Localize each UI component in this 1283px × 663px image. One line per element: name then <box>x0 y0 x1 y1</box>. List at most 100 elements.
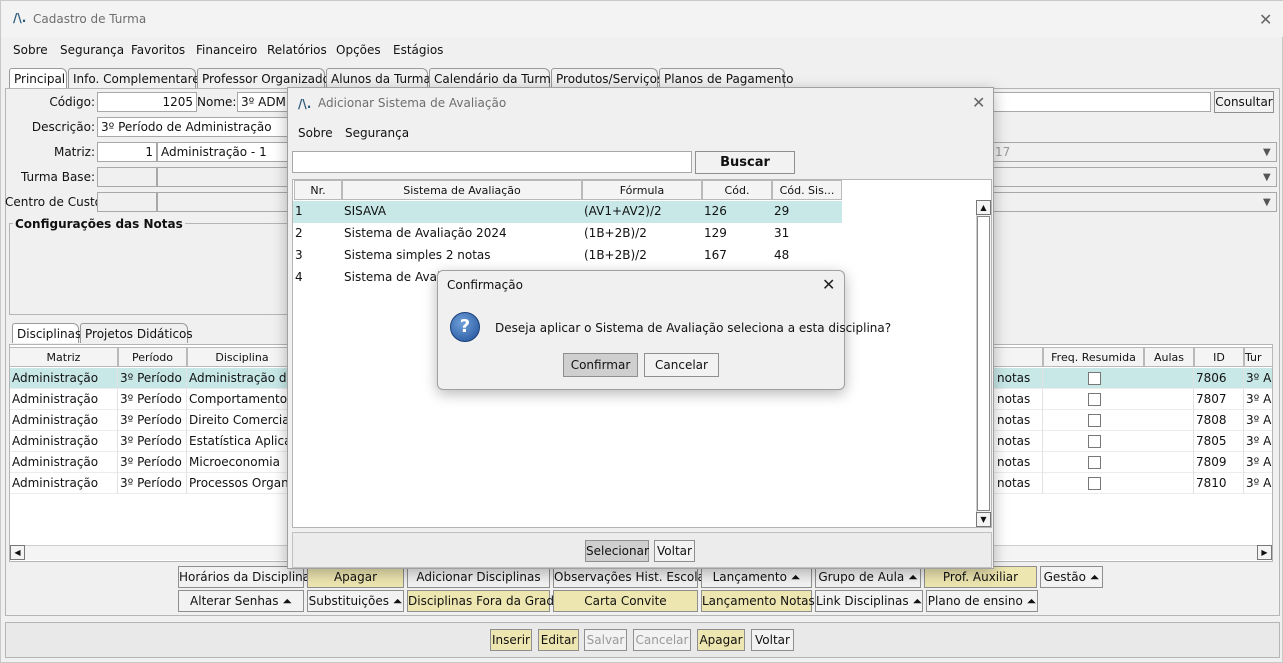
chevron-down-icon[interactable]: ▼ <box>1263 197 1271 208</box>
tab-principal[interactable]: Principal <box>9 68 67 88</box>
freq-resumida-checkbox[interactable] <box>1088 477 1101 490</box>
freq-resumida-checkbox[interactable] <box>1088 372 1101 385</box>
menu-seguranca[interactable]: Segurança <box>60 43 124 57</box>
menu-estagios[interactable]: Estágios <box>393 43 443 57</box>
dialog-menu-seguranca[interactable]: Segurança <box>345 126 409 140</box>
tab-professor-organizador[interactable]: Professor Organizador <box>197 68 335 88</box>
nome-field-extension[interactable] <box>991 92 1211 112</box>
apagar-button[interactable]: Apagar <box>697 629 745 651</box>
tab-disciplinas[interactable]: Disciplinas <box>12 323 81 343</box>
centro-custo-name-field[interactable] <box>157 192 297 212</box>
salvar-button[interactable]: Salvar <box>584 629 627 651</box>
turma-base-name-field[interactable] <box>157 167 297 187</box>
scroll-right-icon[interactable]: ▶ <box>1257 545 1272 560</box>
scroll-left-icon[interactable]: ◀ <box>10 545 25 560</box>
cell-periodo: 3º Período <box>118 473 187 494</box>
avaliacao-header-formula[interactable]: Fórmula <box>582 180 702 200</box>
grid-header-disciplina[interactable]: Disciplina <box>187 347 297 367</box>
codigo-field[interactable]: 1205 <box>97 92 197 112</box>
matriz-number-field[interactable]: 1 <box>97 142 157 162</box>
chevron-down-icon[interactable]: ▼ <box>1263 172 1271 183</box>
tab-projetos-didaticos[interactable]: Projetos Didáticos <box>80 323 193 343</box>
confirmar-button[interactable]: Confirmar <box>563 353 638 377</box>
grid-header-periodo[interactable]: Período <box>118 347 187 367</box>
freq-resumida-checkbox[interactable] <box>1088 393 1101 406</box>
horarios-disciplina-button[interactable]: Horários da Disciplina <box>178 566 310 588</box>
apagar-disciplina-button[interactable]: Apagar <box>307 566 404 588</box>
carta-convite-button[interactable]: Carta Convite <box>553 590 698 612</box>
close-icon[interactable]: ✕ <box>972 93 985 112</box>
scroll-thumb[interactable] <box>977 216 990 511</box>
consultar-button[interactable]: Consultar <box>1214 91 1274 113</box>
menu-relatorios[interactable]: Relatórios <box>267 43 327 57</box>
cell-cod-sis: 48 <box>774 248 790 262</box>
avaliacao-header-sistema[interactable]: Sistema de Avaliação <box>342 180 582 200</box>
grid-header-turma[interactable]: Tur <box>1244 347 1273 367</box>
menu-favoritos[interactable]: Favoritos <box>131 43 185 57</box>
avaliacao-header-nr[interactable]: Nr. <box>294 180 342 200</box>
grid-header-matriz[interactable]: Matriz <box>9 347 118 367</box>
tab-alunos-turma[interactable]: Alunos da Turma <box>326 68 431 88</box>
close-icon[interactable]: ✕ <box>822 275 835 294</box>
lancamento-notas-button[interactable]: Lançamento Notas <box>701 590 815 612</box>
voltar-button[interactable]: Voltar <box>751 629 794 651</box>
chevron-down-icon[interactable]: ▼ <box>1263 147 1271 158</box>
descricao-field[interactable]: 3º Período de Administração <box>97 117 297 137</box>
tab-info-complementares[interactable]: Info. Complementares <box>68 68 206 88</box>
cell-cod-sis: 31 <box>774 226 790 240</box>
grupo-aula-button[interactable]: Grupo de Aula ⏶ <box>815 566 921 588</box>
cell-cod-sis: 29 <box>774 204 790 218</box>
matriz-name-field[interactable]: Administração - 1 <box>157 142 297 162</box>
centro-custo-select[interactable] <box>991 192 1277 212</box>
confirm-dialog: Confirmação ✕ ? Deseja aplicar o Sistema… <box>437 270 891 390</box>
prof-auxiliar-button[interactable]: Prof. Auxiliar <box>924 566 1037 588</box>
editar-button[interactable]: Editar <box>538 629 579 651</box>
centro-custo-code-field[interactable] <box>97 192 157 212</box>
gestao-button[interactable]: Gestão ⏶ <box>1040 566 1103 588</box>
avaliacao-search-input[interactable] <box>292 151 692 173</box>
cell-turma: 3º AD <box>1246 413 1272 427</box>
menu-financeiro[interactable]: Financeiro <box>196 43 257 57</box>
grid-header-aulas[interactable]: Aulas <box>1144 347 1194 367</box>
dialog-menu-sobre[interactable]: Sobre <box>298 126 333 140</box>
avaliacao-header-cod[interactable]: Cód. <box>702 180 772 200</box>
alterar-senhas-button[interactable]: Alterar Senhas ⏶ <box>178 590 304 612</box>
freq-resumida-checkbox[interactable] <box>1088 435 1101 448</box>
selecionar-button[interactable]: Selecionar <box>585 540 649 562</box>
tab-produtos-servicos[interactable]: Produtos/Serviços <box>551 68 663 88</box>
close-icon[interactable]: ✕ <box>1259 10 1272 29</box>
grid-header-id[interactable]: ID <box>1194 347 1244 367</box>
menu-sobre[interactable]: Sobre <box>13 43 48 57</box>
title-bar: /\. Cadastro de Turma ✕ <box>1 1 1283 37</box>
dialog-voltar-button[interactable]: Voltar <box>654 540 695 562</box>
scroll-up-icon[interactable]: ▲ <box>976 200 991 215</box>
tab-planos-pagamento[interactable]: Planos de Pagamento <box>659 68 794 88</box>
adicionar-disciplinas-button[interactable]: Adicionar Disciplinas <box>407 566 550 588</box>
tab-calendario-turma[interactable]: Calendário da Turma <box>429 68 558 88</box>
cancelar-confirm-button[interactable]: Cancelar <box>644 353 719 377</box>
avaliacao-header-cod-sis[interactable]: Cód. Sis... <box>772 180 842 200</box>
observacoes-hist-button[interactable]: Observações Hist. Escolar <box>553 566 710 588</box>
plano-ensino-button[interactable]: Plano de ensino ⏶ <box>926 590 1038 612</box>
turma-base-code-field[interactable] <box>97 167 157 187</box>
cell-matriz: Administração <box>10 431 118 452</box>
buscar-button[interactable]: Buscar <box>695 151 795 174</box>
cancelar-button[interactable]: Cancelar <box>633 629 691 651</box>
cell-tipo: notas <box>995 389 1043 410</box>
link-disciplinas-button[interactable]: Link Disciplinas ⏶ <box>815 590 923 612</box>
freq-resumida-checkbox[interactable] <box>1088 414 1101 427</box>
inserir-button[interactable]: Inserir <box>490 629 532 651</box>
disciplinas-fora-grade-button[interactable]: Disciplinas Fora da Grade <box>407 590 561 612</box>
grid-header-freq-resumida[interactable]: Freq. Resumida <box>1043 347 1144 367</box>
turma-base-select[interactable] <box>991 167 1277 187</box>
menu-opcoes[interactable]: Opções <box>336 43 381 57</box>
substituicoes-button[interactable]: Substituições ⏶ <box>307 590 404 612</box>
lancamento-button[interactable]: Lançamento ⏶ <box>701 566 812 588</box>
right-select[interactable]: 17 <box>991 142 1277 162</box>
grid-header-tipo[interactable] <box>991 347 1043 367</box>
scroll-down-icon[interactable]: ▼ <box>976 512 991 527</box>
freq-resumida-checkbox[interactable] <box>1088 456 1101 469</box>
cell-aulas <box>1144 410 1194 431</box>
cell-cod: 167 <box>704 248 727 262</box>
cell-periodo: 3º Período <box>118 410 187 431</box>
